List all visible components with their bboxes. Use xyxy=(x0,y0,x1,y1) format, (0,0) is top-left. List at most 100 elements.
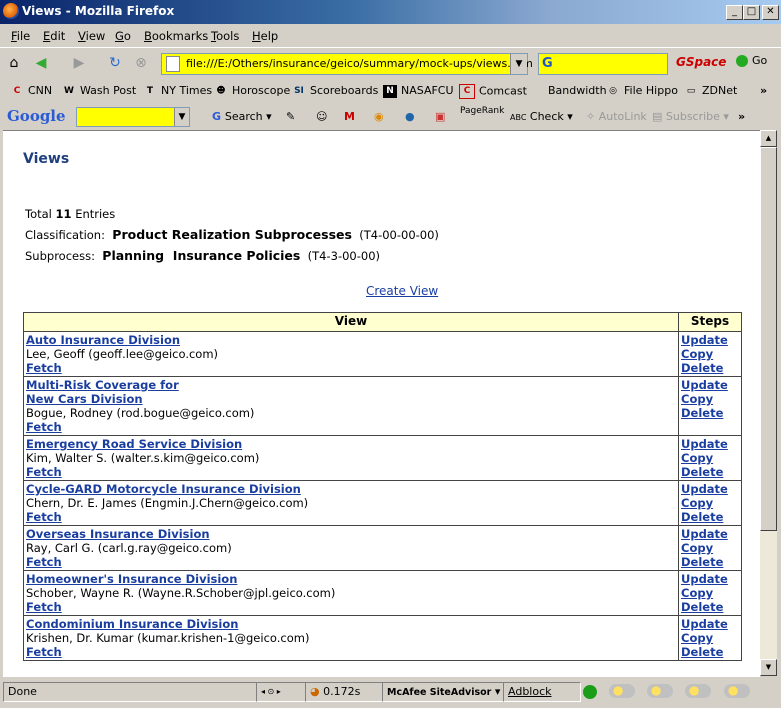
menu-go[interactable]: Go xyxy=(115,29,131,43)
delete-link[interactable]: Delete xyxy=(681,645,739,659)
copy-link[interactable]: Copy xyxy=(681,586,739,600)
weather-forecast-icon-3[interactable] xyxy=(724,684,750,698)
bookmark-cnn[interactable]: C CNN xyxy=(10,84,52,98)
vertical-scrollbar[interactable]: ▲ ▼ xyxy=(760,130,777,676)
update-link[interactable]: Update xyxy=(681,378,739,392)
earth-icon[interactable]: ● xyxy=(405,110,415,123)
copy-link[interactable]: Copy xyxy=(681,496,739,510)
menu-file[interactable]: File xyxy=(11,29,30,43)
weather-icon[interactable] xyxy=(609,684,635,698)
fetch-link[interactable]: Fetch xyxy=(26,645,676,659)
home-icon[interactable]: ⌂ xyxy=(5,54,23,72)
weather-forecast-icon-1[interactable] xyxy=(647,684,673,698)
delete-link[interactable]: Delete xyxy=(681,600,739,614)
menu-tools[interactable]: Tools xyxy=(211,29,239,43)
column-header-view: View xyxy=(23,312,679,332)
gspace-button[interactable]: GSpace xyxy=(676,55,726,69)
fetch-link[interactable]: Fetch xyxy=(26,510,676,524)
google-search-input[interactable]: ▼ xyxy=(76,107,190,127)
bookmark-filehippo[interactable]: ◎ File Hippo xyxy=(606,84,678,98)
view-name-link[interactable]: Condominium Insurance Division xyxy=(26,617,676,631)
bookmark-nytimes[interactable]: T NY Times xyxy=(143,84,212,98)
bookmark-washpost[interactable]: W Wash Post xyxy=(62,84,136,98)
delete-link[interactable]: Delete xyxy=(681,465,739,479)
mcafee-siteadvisor-button[interactable]: McAfee SiteAdvisor ▾ xyxy=(382,682,504,702)
delete-link[interactable]: Delete xyxy=(681,406,739,420)
autolink-button[interactable]: ✧ AutoLink xyxy=(586,110,647,123)
gmail-icon[interactable]: M xyxy=(344,110,355,123)
fetch-link[interactable]: Fetch xyxy=(26,361,676,375)
picasa-icon[interactable]: ◉ xyxy=(374,110,384,123)
view-name-link[interactable]: New Cars Division xyxy=(26,392,676,406)
status-ok-icon[interactable] xyxy=(583,685,597,699)
bookmark-horoscope[interactable]: ☻ Horoscope xyxy=(214,84,290,98)
close-button[interactable]: ✕ xyxy=(762,5,779,20)
spellcheck-button[interactable]: ABC Check ▾ xyxy=(510,110,573,123)
maximize-button[interactable]: □ xyxy=(743,5,760,20)
copy-link[interactable]: Copy xyxy=(681,451,739,465)
scroll-up-icon[interactable]: ▲ xyxy=(760,130,777,147)
subscribe-button[interactable]: ▤ Subscribe ▾ xyxy=(652,110,729,123)
bookmark-comcast[interactable]: C Comcast xyxy=(459,84,527,99)
menu-edit[interactable]: Edit xyxy=(43,29,65,43)
update-link[interactable]: Update xyxy=(681,482,739,496)
google-logo[interactable]: Google xyxy=(7,107,66,125)
news-icon[interactable]: ▣ xyxy=(435,110,445,123)
menu-help[interactable]: Help xyxy=(252,29,278,43)
fetch-link[interactable]: Fetch xyxy=(26,465,676,479)
update-link[interactable]: Update xyxy=(681,437,739,451)
google-toolbar-overflow-icon[interactable]: » xyxy=(738,110,745,123)
back-icon[interactable]: ◀ xyxy=(32,54,50,72)
update-link[interactable]: Update xyxy=(681,333,739,347)
view-name-link[interactable]: Overseas Insurance Division xyxy=(26,527,676,541)
url-input[interactable]: file:///E:/Others/insurance/geico/summar… xyxy=(186,57,533,70)
adblock-button[interactable]: Adblock xyxy=(503,682,581,702)
fetch-link[interactable]: Fetch xyxy=(26,420,676,434)
google-search-dropdown-icon[interactable]: ▼ xyxy=(174,108,189,126)
highlight-icon[interactable]: ✎ xyxy=(286,110,295,123)
scroll-thumb[interactable] xyxy=(760,147,777,531)
view-name-link[interactable]: Homeowner's Insurance Division xyxy=(26,572,676,586)
view-name-link[interactable]: Emergency Road Service Division xyxy=(26,437,676,451)
steps-cell: Update Copy Delete xyxy=(678,570,742,616)
copy-link[interactable]: Copy xyxy=(681,631,739,645)
url-bar[interactable]: file:///E:/Others/insurance/geico/summar… xyxy=(161,53,533,75)
delete-link[interactable]: Delete xyxy=(681,555,739,569)
update-link[interactable]: Update xyxy=(681,572,739,586)
bookmarks-overflow-icon[interactable]: » xyxy=(760,84,767,97)
orkut-icon[interactable]: ☺ xyxy=(316,110,327,123)
copy-link[interactable]: Copy xyxy=(681,392,739,406)
minimize-button[interactable]: _ xyxy=(726,5,743,20)
forward-icon[interactable]: ▶ xyxy=(70,54,88,72)
go-button[interactable]: Go xyxy=(736,54,767,67)
scroll-down-icon[interactable]: ▼ xyxy=(760,659,777,676)
bookmark-bandwidth[interactable]: Bandwidth xyxy=(548,84,607,97)
delete-link[interactable]: Delete xyxy=(681,510,739,524)
fetch-link[interactable]: Fetch xyxy=(26,600,676,614)
view-name-link[interactable]: Multi-Risk Coverage for xyxy=(26,378,676,392)
copy-link[interactable]: Copy xyxy=(681,541,739,555)
menu-view[interactable]: View xyxy=(78,29,105,43)
copy-link[interactable]: Copy xyxy=(681,347,739,361)
steps-cell: Update Copy Delete xyxy=(678,435,742,481)
reload-icon[interactable]: ↻ xyxy=(106,54,124,72)
url-dropdown-icon[interactable]: ▼ xyxy=(510,54,527,74)
view-name-link[interactable]: Auto Insurance Division xyxy=(26,333,676,347)
google-search-button[interactable]: G Search ▾ xyxy=(212,110,272,123)
update-link[interactable]: Update xyxy=(681,527,739,541)
google-search-icon: G xyxy=(542,56,553,71)
search-box[interactable]: G xyxy=(538,53,668,75)
stop-icon[interactable]: ⊗ xyxy=(132,54,150,72)
create-view-link[interactable]: Create View xyxy=(366,284,438,298)
fetch-link[interactable]: Fetch xyxy=(26,555,676,569)
bookmark-nasafcu[interactable]: N NASAFCU xyxy=(383,84,454,98)
bookmark-zdnet[interactable]: ▭ ZDNet xyxy=(684,84,738,98)
weather-forecast-icon-2[interactable] xyxy=(685,684,711,698)
menu-bookmarks[interactable]: Bookmarks xyxy=(144,29,208,43)
table-row: Homeowner's Insurance Division Schober, W… xyxy=(23,570,742,616)
update-link[interactable]: Update xyxy=(681,617,739,631)
view-name-link[interactable]: Cycle-GARD Motorcycle Insurance Division xyxy=(26,482,676,496)
bookmark-scoreboards[interactable]: SI Scoreboards xyxy=(292,84,378,98)
status-nav-icons[interactable]: ◂ ⊙ ▸ xyxy=(256,682,306,702)
delete-link[interactable]: Delete xyxy=(681,361,739,375)
